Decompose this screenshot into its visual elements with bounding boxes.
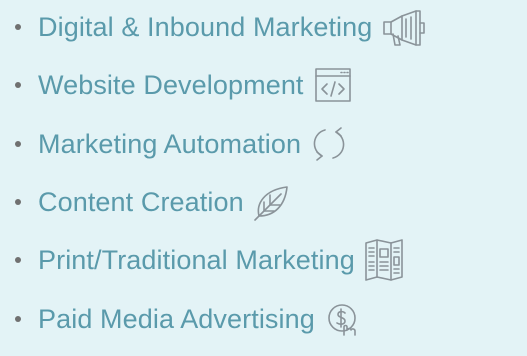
- list-item-content-creation: Content Creation: [0, 180, 292, 224]
- refresh-arrows-icon: [309, 124, 349, 164]
- item-label: Content Creation: [38, 186, 244, 217]
- bullet: [15, 257, 21, 263]
- list-item-marketing-automation: Marketing Automation: [0, 122, 349, 166]
- hand-coin-icon: [323, 299, 363, 339]
- list-item-print-traditional-marketing: Print/Traditional Marketing: [0, 238, 405, 282]
- bullet: [15, 24, 21, 30]
- bullet: [15, 141, 21, 147]
- item-label: Print/Traditional Marketing: [38, 244, 355, 275]
- code-window-icon: [312, 65, 354, 105]
- list-item-paid-media-advertising: Paid Media Advertising: [0, 297, 363, 341]
- services-list: Digital & Inbound Marketing Website Deve…: [0, 0, 527, 356]
- leaf-icon: [252, 182, 292, 222]
- list-item-website-development: Website Development: [0, 63, 354, 107]
- bullet: [15, 199, 21, 205]
- brochure-icon: [363, 238, 405, 282]
- bullet: [15, 316, 21, 322]
- item-label: Digital & Inbound Marketing: [38, 11, 373, 42]
- megaphone-icon: [380, 5, 430, 49]
- item-label: Paid Media Advertising: [38, 303, 315, 334]
- item-label: Marketing Automation: [38, 128, 302, 159]
- bullet: [15, 82, 21, 88]
- list-item-digital-inbound-marketing: Digital & Inbound Marketing: [0, 5, 430, 49]
- item-label: Website Development: [38, 69, 304, 100]
